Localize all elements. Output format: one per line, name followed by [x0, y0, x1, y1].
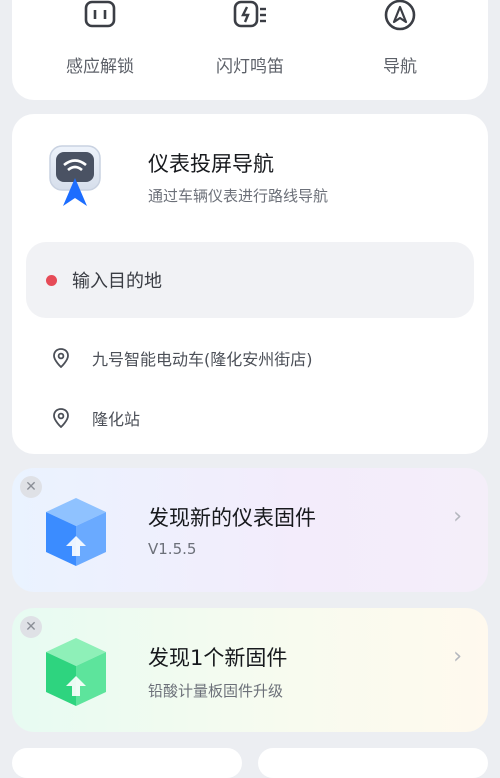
quick-actions-card: 感应解锁 闪灯鸣笛 导航 [12, 0, 488, 100]
quick-action-label: 闪灯鸣笛 [216, 57, 284, 77]
firmware-description: 铅酸计量板固件升级 [148, 682, 284, 700]
firmware-card-dashboard[interactable]: ✕ 发现新的仪表固件 V1.5.5 › [12, 468, 488, 592]
firmware-version: V1.5.5 [148, 540, 197, 558]
destination-input[interactable]: 输入目的地 [26, 242, 474, 318]
chevron-right-icon: › [453, 504, 462, 529]
close-icon[interactable]: ✕ [20, 476, 42, 498]
chevron-right-icon: › [453, 644, 462, 669]
location-pin-icon [53, 348, 69, 368]
recent-place-label: 九号智能电动车(隆化安州街店) [92, 350, 313, 369]
recent-place-label: 隆化站 [92, 410, 141, 429]
close-icon[interactable]: ✕ [20, 616, 42, 638]
dashboard-nav-icon [49, 145, 101, 206]
next-card-left[interactable] [12, 748, 242, 778]
dashboard-navigation-card: 仪表投屏导航 通过车辆仪表进行路线导航 输入目的地 九号智能电动车(隆化安州街店… [12, 114, 488, 454]
location-pin-icon [53, 408, 69, 428]
firmware-title: 发现1个新固件 [148, 646, 288, 670]
navigation-icon [384, 0, 416, 31]
quick-action-label: 导航 [383, 57, 417, 77]
blue-cube-icon [46, 498, 106, 566]
nav-card-title: 仪表投屏导航 [148, 152, 274, 176]
next-card-right[interactable] [258, 748, 488, 778]
nav-card-subtitle: 通过车辆仪表进行路线导航 [148, 187, 329, 205]
green-cube-icon [46, 638, 106, 706]
destination-placeholder: 输入目的地 [72, 271, 162, 292]
firmware-card-battery-meter[interactable]: ✕ 发现1个新固件 铅酸计量板固件升级 › [12, 608, 488, 732]
firmware-title: 发现新的仪表固件 [148, 506, 316, 530]
sensor-unlock-icon [84, 0, 116, 28]
destination-dot-icon [46, 275, 57, 286]
flash-horn-icon [233, 0, 266, 28]
quick-action-label: 感应解锁 [66, 57, 134, 77]
